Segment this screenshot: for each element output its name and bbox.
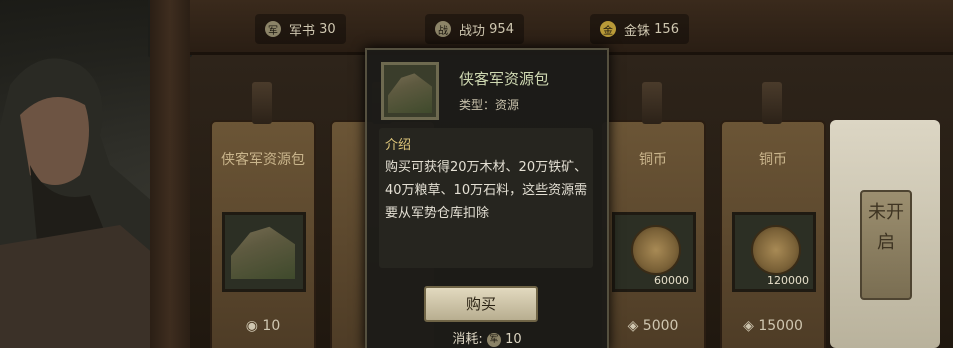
item-type: 类型：资源	[459, 98, 520, 112]
merit-icon: 战	[435, 21, 451, 37]
resource-label: 金铢	[624, 23, 651, 39]
shop-item-thumb: 60000	[612, 212, 696, 292]
intro-header: 介绍	[385, 138, 412, 153]
book-token-icon: ◉	[245, 318, 258, 334]
shop-item-name: 侠客军资源包	[221, 152, 305, 168]
locked-label: 未开启	[860, 190, 912, 300]
item-amount: 120000	[767, 274, 809, 287]
resource-label: 军书	[289, 23, 316, 39]
shop-item-price: ◉ 10	[245, 318, 281, 334]
resource-pack-icon	[231, 226, 295, 279]
wooden-post	[150, 0, 190, 348]
shop-item-card[interactable]: 铜币 60000 ◈ 5000	[600, 82, 706, 348]
cost-label: 消耗:	[452, 332, 483, 347]
book-token-icon: 军	[265, 21, 281, 37]
card-hanger	[642, 82, 662, 124]
locked-slot: 未开启	[830, 120, 940, 348]
item-description: 购买可获得20万木材、20万铁矿、40万粮草、10万石料，这些资源需要从军势仓库…	[385, 160, 588, 221]
shop-item-price: ◈ 15000	[743, 318, 803, 334]
shop-item-thumb	[222, 212, 306, 292]
resource-value: 156	[654, 21, 679, 37]
shield-token-icon: ◈	[627, 318, 639, 334]
shop-item-name: 铜币	[639, 152, 667, 168]
game-scene: 军 军书 30 战 战功 954 金 金铢 156 侠客军资源包 ◉ 10 铜币…	[0, 0, 953, 348]
cost-value: 10	[505, 332, 522, 347]
shop-item-price: ◈ 5000	[627, 318, 679, 334]
resource-merit: 战 战功 954	[425, 14, 524, 44]
resource-value: 30	[319, 21, 336, 37]
resource-military-books: 军 军书 30	[255, 14, 346, 44]
popup-title: 侠客军资源包	[459, 70, 550, 88]
resource-label: 战功	[459, 23, 486, 39]
copper-coin-icon	[631, 225, 681, 275]
item-detail-popup: 侠客军资源包 类型：资源 介绍 购买可获得20万木材、20万铁矿、40万粮草、1…	[365, 48, 609, 348]
gold-coin-icon: 金	[600, 21, 616, 37]
shield-token-icon: ◈	[743, 318, 754, 334]
item-icon	[381, 62, 439, 120]
item-amount: 60000	[654, 274, 689, 287]
book-token-icon: 军	[486, 332, 501, 347]
card-hanger	[762, 82, 782, 124]
buy-button[interactable]: 购买	[424, 286, 538, 322]
resource-bar: 军 军书 30 战 战功 954 金 金铢 156	[190, 0, 953, 55]
cost-line: 消耗: 军 10	[367, 328, 607, 347]
description-box: 介绍 购买可获得20万木材、20万铁矿、40万粮草、10万石料，这些资源需要从军…	[379, 128, 593, 268]
shop-item-name: 铜币	[759, 152, 787, 168]
shop-item-thumb: 120000	[732, 212, 816, 292]
shop-item-card[interactable]: 侠客军资源包 ◉ 10	[210, 82, 316, 348]
shop-item-card[interactable]: 铜币 120000 ◈ 15000	[720, 82, 826, 348]
resource-value: 954	[489, 21, 514, 37]
copper-coin-icon	[751, 225, 801, 275]
resource-pack-icon	[388, 73, 432, 113]
resource-gold: 金 金铢 156	[590, 14, 689, 44]
card-hanger	[252, 82, 272, 124]
